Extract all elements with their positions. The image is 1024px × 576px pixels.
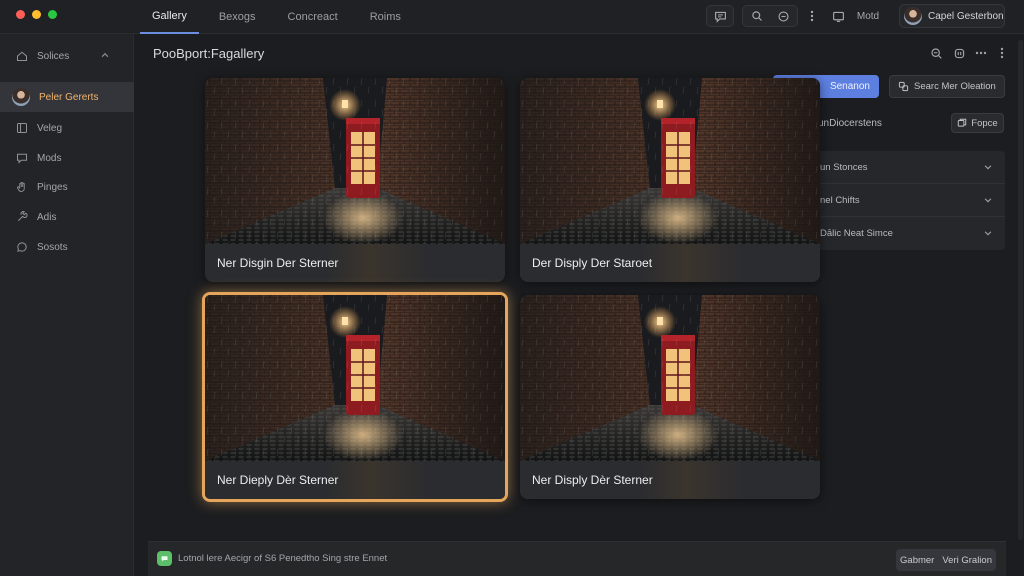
page-title: PooBport:Fagallery — [153, 46, 265, 61]
top-bar: Gallery Bexogs Concreact Roims Motd Cape… — [0, 0, 1024, 34]
gallery-card[interactable]: Ner Disgin Der Sterner — [205, 78, 505, 282]
sidebar: Solices Peler Gererts Veleg Mods Pinges … — [0, 34, 134, 576]
accordion-item[interactable]: un Stonces — [806, 151, 1005, 184]
accordion-group: un Stonces nel Chifts Dālic Neat Simce — [806, 151, 1005, 250]
gallery-card-selected[interactable]: Ner Dieply Dèr Sterner — [202, 292, 508, 502]
zoom-icon — [930, 47, 942, 59]
user-name: Capel Gesterbon — [928, 10, 1004, 22]
zoom-button[interactable] — [929, 46, 943, 60]
comments-button[interactable] — [770, 10, 796, 23]
sidebar-item-label: Solices — [37, 50, 70, 62]
card-title: Ner Disply Dèr Sterner — [520, 461, 820, 499]
more-vertical-icon — [810, 10, 814, 22]
accordion-label: un Stonces — [820, 161, 868, 173]
sidebar-item-label: Peler Gererts — [39, 91, 99, 103]
more-vertical-button[interactable] — [805, 5, 819, 27]
chat-icon — [16, 241, 28, 253]
chevron-down-icon — [984, 198, 992, 203]
home-icon — [16, 50, 28, 62]
options-button[interactable] — [995, 46, 1009, 60]
chevron-down-icon — [984, 231, 992, 236]
sidebar-item-label: Adis — [37, 211, 57, 223]
chat-bubble-icon — [714, 11, 726, 23]
tab-gallery[interactable]: Gallery — [140, 0, 199, 34]
more-vertical-icon — [1000, 47, 1004, 59]
close-window-button[interactable] — [16, 10, 25, 19]
gallery-card[interactable]: Ner Disply Dèr Sterner — [520, 295, 820, 499]
search-location-button[interactable]: Searc Mer Oleation — [889, 75, 1005, 98]
chevron-down-icon — [984, 165, 992, 170]
share-button[interactable] — [952, 46, 966, 60]
primary-action-label: Senanon — [829, 81, 870, 92]
card-title: Der Disply Der Staroet — [520, 244, 820, 282]
feedback-button[interactable] — [706, 5, 734, 27]
sidebar-item-pinges[interactable]: Pinges — [0, 172, 134, 202]
sidebar-item-veleg[interactable]: Veleg — [0, 113, 134, 143]
sidebar-item-solices[interactable]: Solices — [0, 41, 134, 71]
search-button[interactable] — [744, 10, 770, 22]
sidebar-item-user[interactable]: Peler Gererts — [0, 82, 134, 112]
comment-icon — [777, 10, 789, 22]
tool-icon — [16, 211, 28, 223]
sidebar-item-mods[interactable]: Mods — [0, 143, 134, 173]
search-toggle-group — [742, 5, 798, 27]
tab-bexogs[interactable]: Bexogs — [207, 0, 268, 34]
more-horizontal-icon — [975, 51, 987, 55]
gallery-card[interactable]: Der Disply Der Staroet — [520, 78, 820, 282]
avatar — [12, 88, 30, 106]
status-text: Lotnol lere Aecigr of S6 Penedtho Sing s… — [178, 553, 388, 564]
status-action-left: Gabmer — [900, 554, 935, 566]
card-title: Ner Dieply Dèr Sterner — [205, 461, 505, 499]
tab-roims[interactable]: Roims — [358, 0, 413, 34]
status-action-right: Veri Gralion — [942, 554, 992, 566]
card-image — [520, 295, 820, 461]
accordion-label: nel Chifts — [820, 194, 860, 206]
monitor-icon — [832, 11, 844, 22]
sidebar-item-label: Sosots — [37, 241, 68, 253]
card-title: Ner Disgin Der Sterner — [205, 244, 505, 282]
accordion-item[interactable]: Dālic Neat Simce — [806, 217, 1005, 250]
sidebar-item-label: Mods — [37, 152, 62, 164]
copy-icon — [958, 118, 967, 127]
sidebar-item-label: Veleg — [37, 122, 63, 134]
sidebar-item-sosots[interactable]: Sosots — [0, 232, 134, 262]
status-action-button[interactable]: Gabmer Veri Gralion — [896, 549, 996, 571]
hand-icon — [16, 181, 28, 193]
search-icon — [752, 11, 762, 21]
panel-row-label: unDiocerstens — [818, 118, 882, 129]
avatar — [904, 7, 922, 25]
chevron-up-icon — [100, 50, 110, 63]
message-icon — [16, 152, 28, 164]
more-horizontal-button[interactable] — [974, 46, 988, 60]
scrollbar[interactable] — [1018, 40, 1023, 540]
card-image — [205, 295, 505, 461]
minimize-window-button[interactable] — [32, 10, 41, 19]
zoom-window-button[interactable] — [48, 10, 57, 19]
force-button[interactable]: Fopce — [951, 113, 1004, 133]
badge-icon — [954, 48, 964, 58]
sidebar-item-adis[interactable]: Adis — [0, 202, 134, 232]
sidebar-item-label: Pinges — [37, 181, 68, 193]
card-image — [205, 78, 505, 244]
accordion-label: Dālic Neat Simce — [820, 228, 893, 239]
card-image — [520, 78, 820, 244]
force-button-label: Fopce — [971, 117, 998, 129]
status-indicator-icon — [157, 551, 172, 566]
tab-bar: Gallery Bexogs Concreact Roims — [140, 0, 413, 34]
search-location-label: Searc Mer Oleation — [914, 81, 996, 92]
user-menu[interactable]: Capel Gesterbon — [899, 4, 1005, 28]
status-bar: Lotnol lere Aecigr of S6 Penedtho Sing s… — [148, 541, 1006, 576]
display-mode-button[interactable] — [829, 5, 847, 27]
layout-icon — [16, 122, 28, 134]
mode-label[interactable]: Motd — [852, 5, 884, 27]
link-icon — [898, 81, 909, 92]
accordion-item[interactable]: nel Chifts — [806, 184, 1005, 217]
tab-concreact[interactable]: Concreact — [276, 0, 350, 34]
